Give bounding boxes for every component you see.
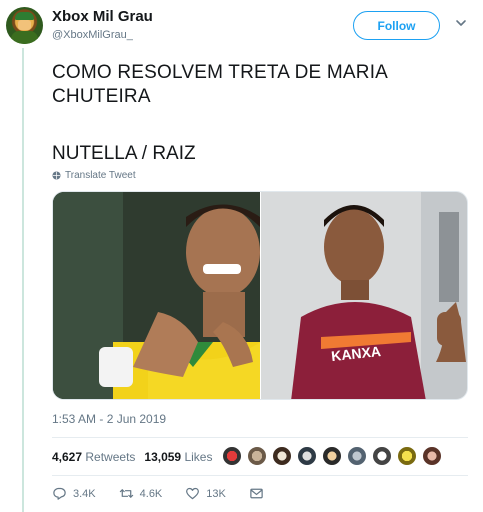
follow-button[interactable]: Follow <box>353 11 440 40</box>
avatar-shirt <box>11 31 38 44</box>
liker-avatar[interactable] <box>372 446 392 466</box>
tweet-timestamp[interactable]: 1:53 AM - 2 Jun 2019 <box>52 412 166 426</box>
avatar-face <box>18 20 31 30</box>
avatar[interactable] <box>6 7 43 44</box>
liker-avatar[interactable] <box>297 446 317 466</box>
liker-avatar[interactable] <box>347 446 367 466</box>
thread-line <box>22 48 24 512</box>
player-thumbs-up-illustration: KANXA <box>261 192 467 399</box>
like-action[interactable]: 13K <box>185 486 226 501</box>
likes-stat[interactable]: 13,059 Likes <box>144 450 212 464</box>
media-photo-right[interactable]: KANXA <box>260 192 467 399</box>
engagement-stats: 4,627 Retweets 13,059 Likes <box>52 450 212 464</box>
liker-avatar[interactable] <box>222 446 242 466</box>
liker-avatar[interactable] <box>247 446 267 466</box>
divider <box>52 437 468 438</box>
avatar-cap <box>15 12 34 20</box>
tweet-text-second-paragraph: NUTELLA / RAIZ <box>52 143 196 164</box>
retweet-count: 4.6K <box>139 487 163 500</box>
liker-avatar[interactable] <box>272 446 292 466</box>
tweet-actions: 3.4K 4.6K 13K <box>52 486 287 501</box>
globe-icon <box>52 171 61 180</box>
envelope-icon <box>250 488 263 499</box>
reply-icon <box>53 487 66 500</box>
tweet-text: COMO RESOLVEM TRETA DE MARIA CHUTEIRA <box>52 62 387 107</box>
retweet-action[interactable]: 4.6K <box>119 486 163 501</box>
tweet-media[interactable]: KANXA <box>52 191 468 400</box>
liker-avatars <box>222 446 442 466</box>
display-name[interactable]: Xbox Mil Grau <box>52 8 153 25</box>
retweet-icon <box>119 489 133 498</box>
translate-tweet-link[interactable]: Translate Tweet <box>52 170 136 181</box>
player-crying-illustration <box>53 192 260 399</box>
reply-count: 3.4K <box>73 487 96 500</box>
like-count: 13K <box>206 487 226 500</box>
reply-action[interactable]: 3.4K <box>52 486 96 501</box>
liker-avatar[interactable] <box>397 446 417 466</box>
liker-avatar[interactable] <box>422 446 442 466</box>
user-handle[interactable]: @XboxMilGrau_ <box>52 29 133 41</box>
direct-message-action[interactable] <box>249 486 264 501</box>
media-photo-left[interactable] <box>53 192 260 399</box>
liker-avatar[interactable] <box>322 446 342 466</box>
heart-icon <box>186 487 200 500</box>
chevron-down-icon[interactable] <box>455 17 467 29</box>
retweets-stat[interactable]: 4,627 Retweets <box>52 450 135 464</box>
divider <box>52 475 468 476</box>
translate-label: Translate Tweet <box>65 170 136 181</box>
